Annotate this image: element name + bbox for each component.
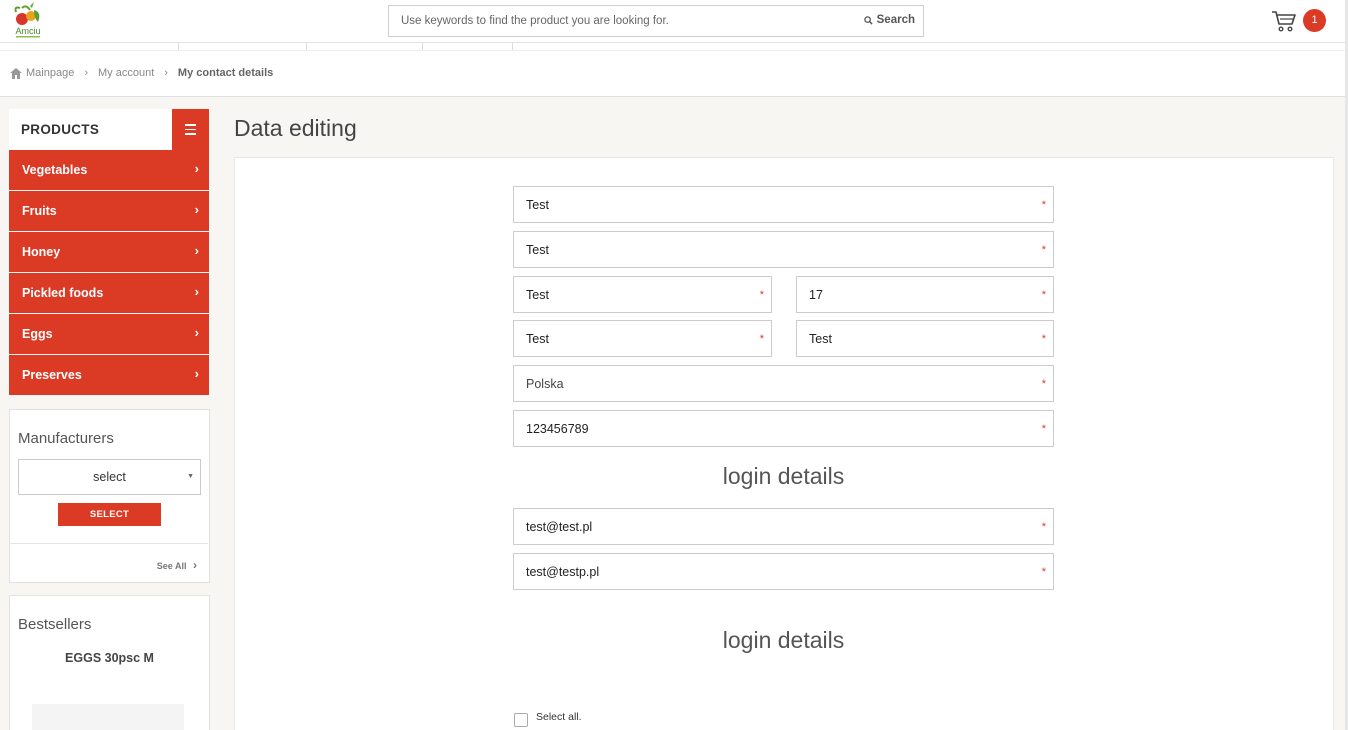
first-name-field: *: [513, 186, 1054, 223]
email-input[interactable]: [514, 509, 1053, 544]
top-nav-strip: [0, 43, 1348, 50]
chevron-right-icon: ›: [194, 161, 199, 176]
phone-field: *: [513, 410, 1054, 447]
manufacturers-box: Manufacturers select ▼ SELECT See All ›: [9, 409, 210, 583]
bestseller-product-name[interactable]: EGGS 30psc M: [10, 651, 209, 665]
required-mark: *: [1041, 289, 1046, 301]
required-mark: *: [759, 289, 764, 301]
breadcrumb-separator: ›: [164, 67, 168, 79]
email-field: *: [513, 508, 1054, 545]
country-field: *: [513, 365, 1054, 402]
breadcrumb-separator: ›: [84, 67, 88, 79]
breadcrumb-bar: Mainpage › My account › My contact detai…: [0, 50, 1348, 97]
house-number-field: *: [796, 276, 1054, 313]
nav-divider: [178, 43, 179, 50]
street-input[interactable]: [514, 277, 771, 312]
required-mark: *: [759, 333, 764, 345]
sidebar-item-fruits[interactable]: Fruits ›: [9, 191, 209, 231]
nav-divider: [306, 43, 307, 50]
svg-text:Amciu: Amciu: [15, 26, 40, 36]
cart-icon[interactable]: [1271, 9, 1297, 33]
menu-toggle-button[interactable]: [172, 109, 209, 150]
required-mark: *: [1041, 566, 1046, 578]
postal-code-input[interactable]: [514, 321, 771, 356]
required-mark: *: [1041, 423, 1046, 435]
city-field: *: [796, 320, 1054, 357]
required-mark: *: [1041, 378, 1046, 390]
manufacturer-select-value: select: [93, 470, 126, 484]
street-field: *: [513, 276, 772, 313]
site-logo[interactable]: Amciu: [8, 2, 48, 40]
divider: [10, 543, 208, 544]
select-all-checkbox[interactable]: [514, 713, 528, 727]
hamburger-icon-line: [185, 133, 196, 135]
bestsellers-title: Bestsellers: [18, 616, 92, 633]
chevron-right-icon: ›: [194, 366, 199, 381]
chevron-right-icon: ›: [193, 558, 197, 572]
search-icon: [863, 15, 873, 25]
email-confirm-field: *: [513, 553, 1054, 590]
search-button[interactable]: Search: [863, 14, 915, 26]
sidebar-item-eggs[interactable]: Eggs ›: [9, 314, 209, 354]
sidebar-item-honey[interactable]: Honey ›: [9, 232, 209, 272]
bestseller-product-image[interactable]: [32, 704, 184, 730]
sidebar-item-preserves[interactable]: Preserves ›: [9, 355, 209, 395]
see-all-link[interactable]: See All ›: [157, 558, 197, 572]
email-confirm-input[interactable]: [514, 554, 1053, 589]
search-button-label: Search: [876, 14, 915, 26]
caret-down-icon: ▼: [187, 473, 194, 480]
last-name-input[interactable]: [514, 232, 1053, 267]
required-mark: *: [1041, 199, 1046, 211]
chevron-right-icon: ›: [194, 284, 199, 299]
page-title: Data editing: [234, 115, 357, 141]
nav-divider: [422, 43, 423, 50]
breadcrumb-home[interactable]: Mainpage: [26, 67, 74, 79]
search-input[interactable]: [389, 6, 849, 36]
section-title-login-2: login details: [722, 627, 845, 653]
required-mark: *: [1041, 521, 1046, 533]
products-title: PRODUCTS: [21, 122, 100, 137]
required-mark: *: [1041, 244, 1046, 256]
nav-divider: [512, 43, 513, 50]
category-label: Pickled foods: [22, 286, 104, 300]
home-icon: [10, 67, 22, 79]
first-name-input[interactable]: [514, 187, 1053, 222]
chevron-right-icon: ›: [194, 325, 199, 340]
category-label: Eggs: [22, 327, 53, 341]
sidebar-item-vegetables[interactable]: Vegetables ›: [9, 150, 209, 190]
see-all-label: See All: [156, 561, 187, 571]
last-name-field: *: [513, 231, 1054, 268]
manufacturers-title: Manufacturers: [18, 430, 114, 447]
breadcrumb-current: My contact details: [177, 67, 274, 79]
chevron-right-icon: ›: [194, 202, 199, 217]
sidebar-item-pickled-foods[interactable]: Pickled foods ›: [9, 273, 209, 313]
bestsellers-box: Bestsellers EGGS 30psc M: [9, 595, 210, 730]
breadcrumb-account[interactable]: My account: [98, 67, 154, 79]
chevron-right-icon: ›: [194, 243, 199, 258]
category-label: Preserves: [22, 368, 82, 382]
hamburger-icon: [185, 124, 196, 126]
header: Amciu Search 1: [0, 0, 1348, 43]
country-select[interactable]: [514, 366, 1053, 401]
category-label: Vegetables: [22, 163, 88, 177]
required-mark: *: [1041, 333, 1046, 345]
section-title-login: login details: [722, 463, 845, 489]
cart-count-badge[interactable]: 1: [1303, 9, 1326, 32]
category-label: Fruits: [22, 204, 57, 218]
city-input[interactable]: [797, 321, 1053, 356]
products-header: PRODUCTS: [9, 109, 209, 150]
manufacturer-select[interactable]: select ▼: [18, 459, 201, 495]
house-number-input[interactable]: [797, 277, 1053, 312]
select-button[interactable]: SELECT: [58, 503, 161, 526]
category-label: Honey: [22, 245, 61, 259]
select-all-label[interactable]: Select all.: [536, 711, 582, 723]
hamburger-icon-line: [185, 128, 196, 130]
search-bar: Search: [388, 5, 924, 37]
postal-code-field: *: [513, 320, 772, 357]
breadcrumb: Mainpage › My account › My contact detai…: [10, 67, 273, 79]
phone-input[interactable]: [514, 411, 1053, 446]
